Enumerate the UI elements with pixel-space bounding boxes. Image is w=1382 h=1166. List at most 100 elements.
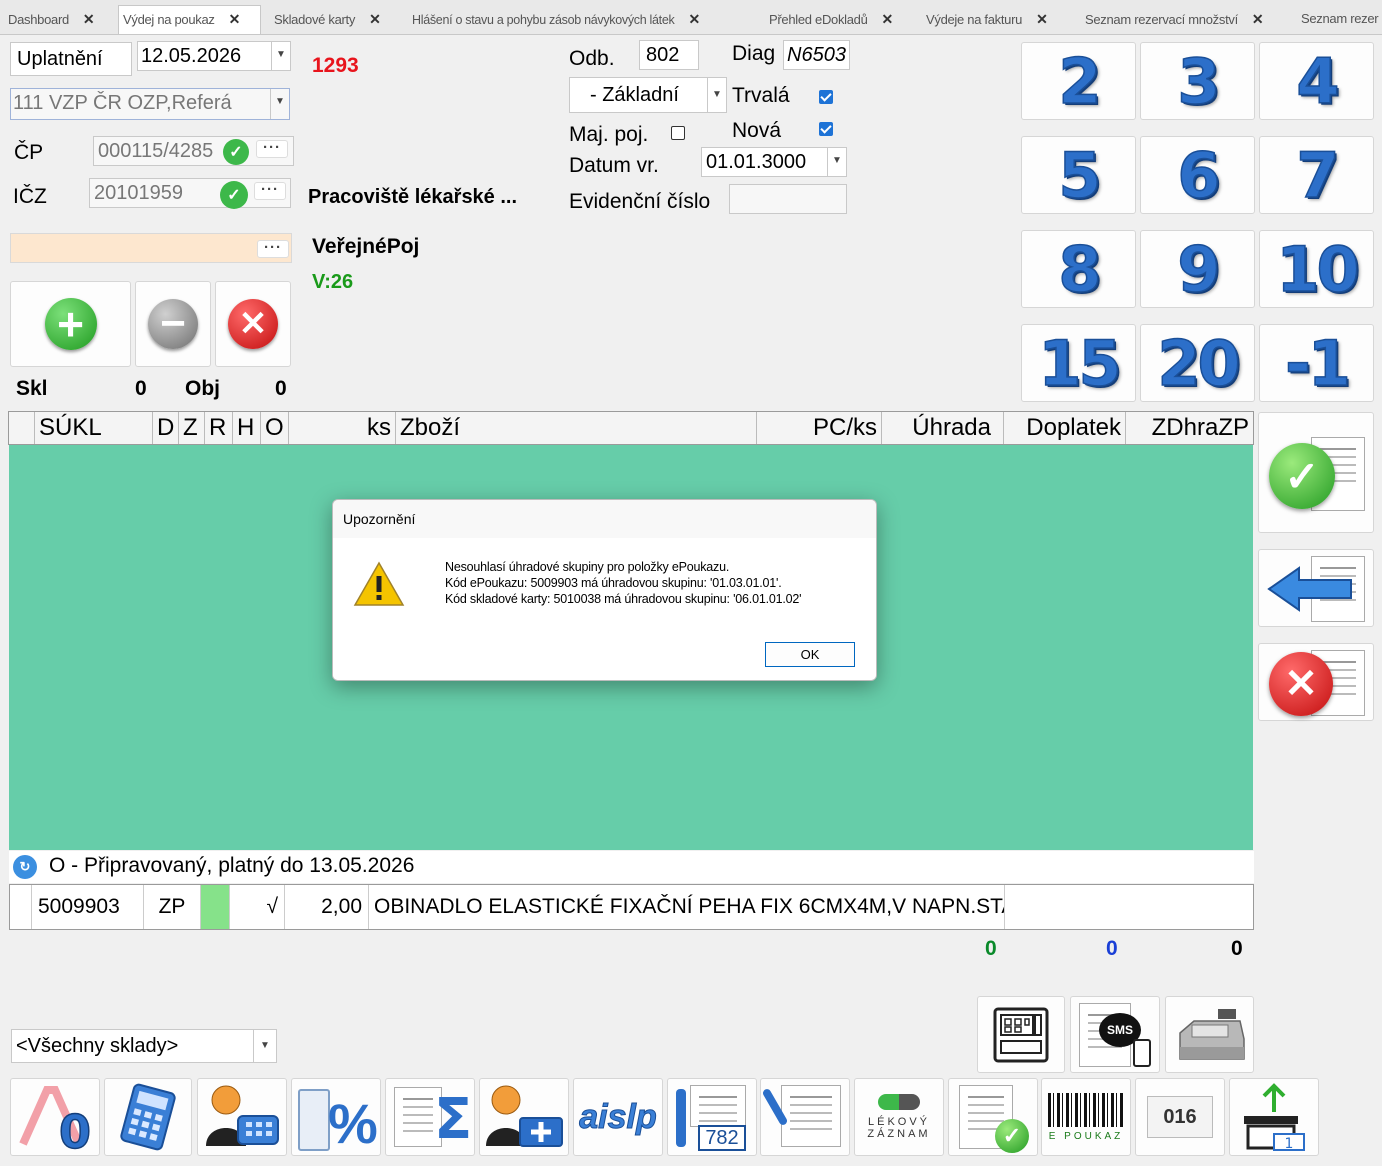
contact-button[interactable] bbox=[197, 1078, 287, 1156]
numpad-6-button[interactable]: 6 bbox=[1140, 136, 1255, 214]
col-z[interactable]: Z bbox=[179, 412, 205, 444]
numpad-7-button[interactable]: 7 bbox=[1259, 136, 1374, 214]
dialog-message-line: Kód skladové karty: 5010038 má úhradovou… bbox=[445, 592, 802, 606]
patient-input[interactable] bbox=[10, 233, 292, 263]
label-016-button[interactable]: 016 bbox=[1135, 1078, 1225, 1156]
chevron-down-icon[interactable]: ▼ bbox=[253, 1030, 276, 1062]
sms-button[interactable]: SMS bbox=[1070, 996, 1160, 1073]
patient-more-button[interactable]: ··· bbox=[257, 240, 289, 258]
export-button[interactable] bbox=[760, 1078, 850, 1156]
uplatneni-button[interactable]: Uplatnění bbox=[10, 42, 132, 76]
numpad-15-button[interactable]: 15 bbox=[1021, 324, 1136, 402]
col-ks[interactable]: ks bbox=[289, 412, 396, 444]
remove-button[interactable]: − bbox=[135, 281, 211, 367]
tab-label: Seznam rezer bbox=[1301, 11, 1379, 26]
sum-button[interactable]: Σ bbox=[385, 1078, 475, 1156]
zero-tax-button[interactable]: 0 bbox=[10, 1078, 100, 1156]
register-button[interactable] bbox=[977, 996, 1065, 1073]
sigma-icon: Σ bbox=[434, 1087, 473, 1152]
cp-label: ČP bbox=[14, 141, 44, 164]
delete-button[interactable]: ✕ bbox=[215, 281, 291, 367]
confirm-doc-button[interactable]: ✓ bbox=[1258, 412, 1374, 533]
epoukaz-check: √ bbox=[230, 885, 285, 929]
add-button[interactable]: + bbox=[10, 281, 131, 367]
trvala-checkbox[interactable] bbox=[819, 90, 833, 104]
col-r[interactable]: R bbox=[205, 412, 233, 444]
epoukaz-type: ZP bbox=[144, 885, 201, 929]
numpad-20-button[interactable]: 20 bbox=[1140, 324, 1255, 402]
numpad-8-button[interactable]: 8 bbox=[1021, 230, 1136, 308]
close-icon[interactable]: ✕ bbox=[1252, 11, 1264, 27]
verify-button[interactable]: ✓ bbox=[948, 1078, 1038, 1156]
close-icon: ✕ bbox=[1269, 652, 1333, 716]
numpad-minus1-button[interactable]: -1 bbox=[1259, 324, 1374, 402]
cp-more-button[interactable]: ··· bbox=[256, 140, 288, 158]
doc-number: 1293 bbox=[312, 54, 359, 77]
numpad-2-button[interactable]: 2 bbox=[1021, 42, 1136, 120]
tab-dashboard[interactable]: Dashboard ✕ bbox=[0, 6, 122, 32]
tab-seznam-rezervaci[interactable]: Seznam rezervací množství ✕ bbox=[1085, 6, 1291, 32]
close-icon[interactable]: ✕ bbox=[369, 11, 381, 27]
close-icon[interactable]: ✕ bbox=[83, 11, 95, 27]
chevron-down-icon[interactable]: ▼ bbox=[270, 89, 289, 119]
discount-button[interactable]: % bbox=[291, 1078, 381, 1156]
insurer-select[interactable]: 111 VZP ČR OZP,Referá ▼ bbox=[10, 88, 290, 120]
chevron-down-icon[interactable]: ▼ bbox=[707, 78, 726, 112]
icz-label: IČZ bbox=[13, 185, 47, 208]
numpad-3-button[interactable]: 3 bbox=[1140, 42, 1255, 120]
first-aid-button[interactable] bbox=[479, 1078, 569, 1156]
person-firstaid-icon bbox=[486, 1085, 563, 1147]
col-uhrada[interactable]: Úhrada bbox=[882, 412, 1004, 444]
chevron-down-icon[interactable]: ▼ bbox=[271, 42, 290, 70]
epoukaz-row[interactable]: 5009903 ZP √ 2,00 OBINADLO ELASTICKÉ FIX… bbox=[9, 884, 1254, 930]
col-h[interactable]: H bbox=[233, 412, 261, 444]
evid-field[interactable] bbox=[729, 184, 847, 214]
datum-vr-field[interactable]: 01.01.3000 ▼ bbox=[701, 147, 847, 177]
chevron-down-icon[interactable]: ▼ bbox=[827, 148, 846, 176]
close-icon[interactable]: ✕ bbox=[1036, 11, 1048, 27]
stamp-icon: 0 bbox=[19, 1086, 92, 1152]
numpad-label: 9 bbox=[1177, 232, 1222, 307]
nova-checkbox[interactable] bbox=[819, 122, 833, 136]
warehouse-select[interactable]: <Všechny sklady> ▼ bbox=[11, 1029, 277, 1063]
numpad-4-button[interactable]: 4 bbox=[1259, 42, 1374, 120]
tab-vydej-na-poukaz[interactable]: Výdej na poukaz ✕ bbox=[118, 5, 261, 34]
numpad-10-button[interactable]: 10 bbox=[1259, 230, 1374, 308]
dialog-body: Nesouhlasí úhradové skupiny pro položky … bbox=[333, 538, 876, 680]
close-icon[interactable]: ✕ bbox=[882, 11, 894, 27]
import-782-button[interactable]: 782 bbox=[667, 1078, 757, 1156]
back-doc-button[interactable] bbox=[1258, 549, 1374, 627]
type-select[interactable]: - Základní ▼ bbox=[569, 77, 727, 113]
col-zbozi[interactable]: Zboží bbox=[396, 412, 757, 444]
upload-button[interactable]: 1 bbox=[1229, 1078, 1319, 1156]
calculator-button[interactable] bbox=[104, 1078, 192, 1156]
lekovy-zaznam-button[interactable]: LÉKOVÝ ZÁZNAM bbox=[854, 1078, 944, 1156]
icz-value: 20101959 bbox=[94, 182, 183, 204]
col-doplatek[interactable]: Doplatek bbox=[1004, 412, 1126, 444]
odb-field[interactable]: 802 bbox=[639, 40, 699, 70]
tab-vydeje-na-fakturu[interactable]: Výdeje na fakturu ✕ bbox=[926, 6, 1076, 32]
col-zdhrazp[interactable]: ZDhraZP bbox=[1126, 412, 1253, 444]
col-pc-ks[interactable]: PC/ks bbox=[757, 412, 882, 444]
tab-hlaseni[interactable]: Hlášení o stavu a pohybu zásob návykovýc… bbox=[412, 6, 758, 32]
epoukaz-button[interactable]: E POUKAZ bbox=[1041, 1078, 1131, 1156]
ok-button[interactable]: OK bbox=[765, 642, 855, 667]
aislp-button[interactable]: aislp bbox=[573, 1078, 663, 1156]
numpad-9-button[interactable]: 9 bbox=[1140, 230, 1255, 308]
icz-more-button[interactable]: ··· bbox=[254, 182, 286, 200]
tab-seznam-rezer[interactable]: Seznam rezer bbox=[1301, 6, 1382, 32]
col-o[interactable]: O bbox=[261, 412, 289, 444]
date-field[interactable]: 12.05.2026 ▼ bbox=[137, 41, 291, 71]
cancel-doc-button[interactable]: ✕ bbox=[1258, 643, 1374, 721]
label-016: 016 bbox=[1147, 1096, 1213, 1138]
tab-prehled-edokladu[interactable]: Přehled eDokladů ✕ bbox=[769, 6, 917, 32]
maj-poj-checkbox[interactable] bbox=[671, 126, 685, 140]
close-icon[interactable]: ✕ bbox=[229, 11, 241, 27]
numpad-5-button[interactable]: 5 bbox=[1021, 136, 1136, 214]
col-d[interactable]: D bbox=[153, 412, 179, 444]
tab-skladove-karty[interactable]: Skladové karty ✕ bbox=[274, 6, 404, 32]
close-icon[interactable]: ✕ bbox=[688, 11, 700, 27]
cash-register-button[interactable] bbox=[1165, 996, 1254, 1073]
col-sukl[interactable]: SÚKL bbox=[35, 412, 153, 444]
diag-field[interactable]: N6503 bbox=[783, 40, 850, 70]
